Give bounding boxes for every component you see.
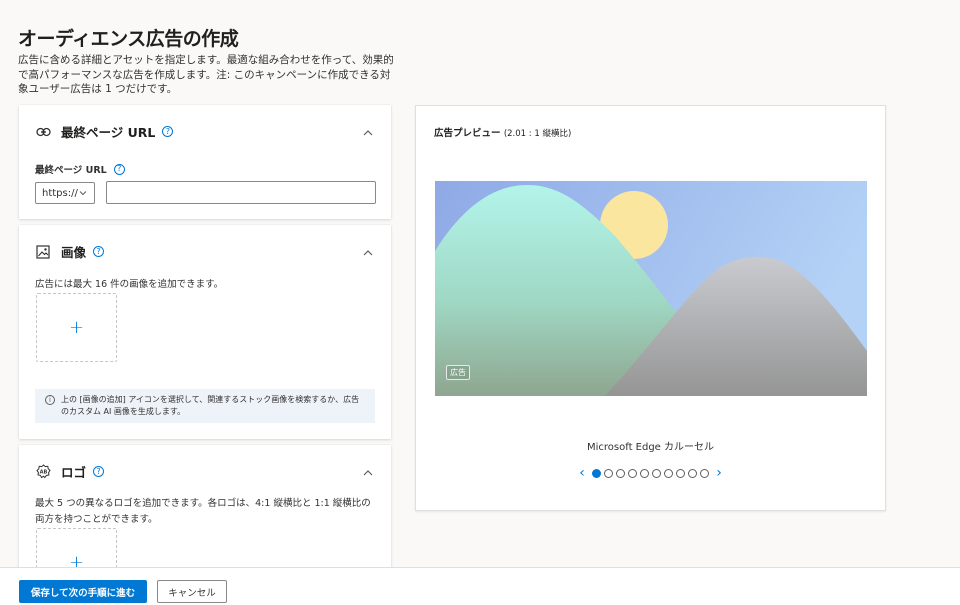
image-card: 画像 ? 広告には最大 16 件の画像を追加できます。 + i 上の [画像の追… [19, 225, 391, 439]
image-card-description: 広告には最大 16 件の画像を追加できます。 [35, 279, 224, 290]
final-url-field-label-row: 最終ページ URL ? [35, 162, 125, 176]
chevron-right-icon[interactable]: › [712, 465, 726, 481]
preview-title-text: 広告プレビュー [434, 128, 501, 139]
image-card-title: 画像 [61, 245, 87, 260]
preview-ratio: (2.01 : 1 縦横比) [503, 129, 572, 139]
footer-bar: 保存して次の手順に進む キャンセル [0, 567, 960, 605]
logo-card-header[interactable]: AB ロゴ ? [35, 462, 375, 481]
ad-preview-card: 広告プレビュー (2.01 : 1 縦横比) 広告 Microsoft Edge… [415, 105, 886, 511]
carousel-dot[interactable] [700, 468, 709, 478]
image-card-header[interactable]: 画像 ? [35, 242, 375, 261]
help-icon[interactable]: ? [162, 126, 174, 137]
carousel-dot[interactable] [640, 468, 649, 478]
ad-badge: 広告 [446, 365, 470, 380]
image-info-bar: i 上の [画像の追加] アイコンを選択して、関連するストック画像を検索するか、… [35, 389, 375, 423]
chevron-up-icon[interactable] [361, 245, 375, 259]
image-icon [35, 244, 51, 260]
save-and-continue-button[interactable]: 保存して次の手順に進む [19, 580, 147, 603]
svg-text:AB: AB [39, 469, 47, 475]
chevron-down-icon [78, 188, 88, 201]
add-icon: + [68, 317, 85, 338]
carousel-dot[interactable] [652, 468, 661, 478]
carousel-dot[interactable] [688, 468, 697, 478]
logo-icon: AB [35, 464, 51, 480]
final-url-card: 最終ページ URL ? 最終ページ URL ? https:// [19, 105, 391, 219]
page-title: オーディエンス広告の作成 [18, 28, 239, 50]
help-icon[interactable]: ? [93, 246, 105, 257]
final-url-input[interactable] [106, 181, 376, 204]
carousel-dot[interactable] [628, 468, 637, 478]
final-url-card-header[interactable]: 最終ページ URL ? [35, 122, 375, 141]
help-icon[interactable]: ? [93, 466, 105, 477]
final-url-field-label: 最終ページ URL [35, 165, 107, 176]
logo-card-title: ロゴ [61, 465, 87, 480]
image-info-text: 上の [画像の追加] アイコンを選択して、関連するストック画像を検索するか、広告… [61, 395, 360, 416]
preview-title: 広告プレビュー (2.01 : 1 縦横比) [434, 125, 571, 139]
cancel-button[interactable]: キャンセル [157, 580, 227, 603]
info-icon: i [45, 395, 55, 405]
carousel-dot[interactable] [592, 468, 601, 478]
landscape-illustration [435, 181, 867, 396]
carousel-nav: ‹ › [416, 465, 885, 481]
chevron-up-icon[interactable] [361, 125, 375, 139]
add-image-button[interactable]: + [36, 293, 117, 362]
chevron-up-icon[interactable] [361, 465, 375, 479]
carousel-dot[interactable] [676, 468, 685, 478]
logo-card-description: 最大 5 つの異なるロゴを追加できます。各ロゴは、4:1 縦横比と 1:1 縦横… [35, 498, 371, 525]
protocol-select-value: https:// [42, 187, 78, 199]
preview-image: 広告 [435, 181, 867, 396]
help-icon[interactable]: ? [113, 163, 125, 175]
carousel-dot[interactable] [616, 468, 625, 478]
carousel-dot[interactable] [604, 468, 613, 478]
final-url-card-title: 最終ページ URL [61, 125, 156, 140]
logo-card: AB ロゴ ? 最大 5 つの異なるロゴを追加できます。各ロゴは、4:1 縦横比… [19, 445, 391, 597]
link-icon [35, 124, 51, 140]
protocol-select[interactable]: https:// [35, 182, 95, 204]
chevron-left-icon[interactable]: ‹ [575, 465, 589, 481]
carousel-dot[interactable] [664, 468, 673, 478]
carousel-label: Microsoft Edge カルーセル [586, 442, 715, 453]
page-description: 広告に含める詳細とアセットを指定します。最適な組み合わせを作って、効果的で高パフ… [18, 54, 394, 95]
